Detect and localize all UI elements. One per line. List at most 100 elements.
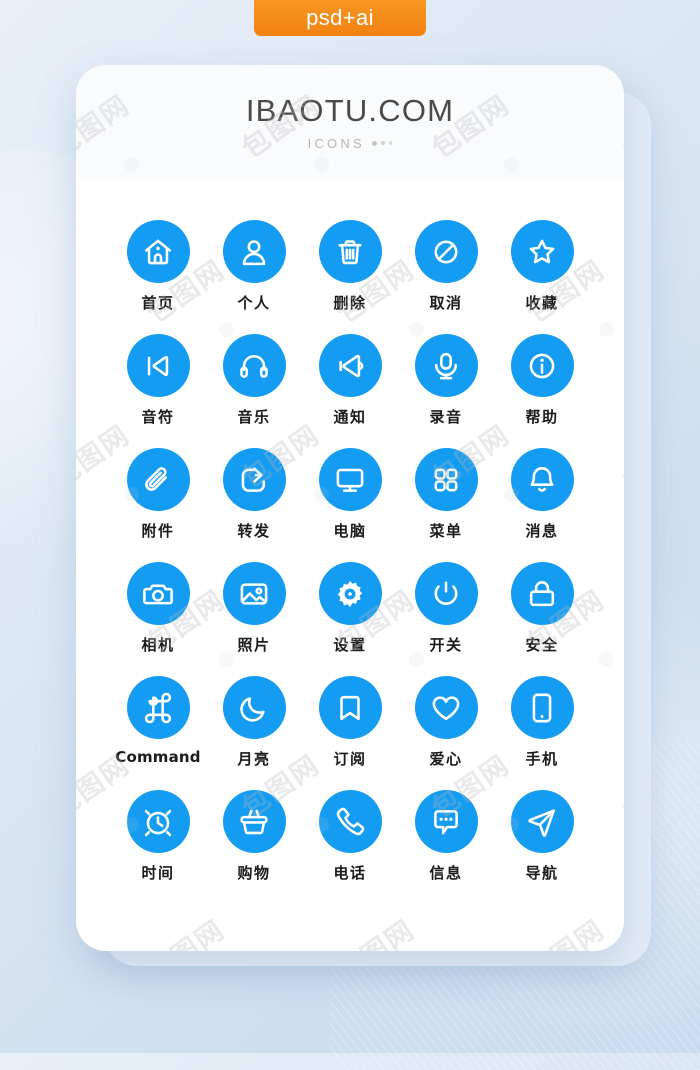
icon-label: 附件 (141, 522, 175, 540)
icon-cell-gear[interactable]: 设置 (302, 562, 398, 655)
icon-label: 菜单 (429, 522, 463, 540)
icon-label: 月亮 (237, 750, 271, 768)
icon-cell-grid-menu[interactable]: 菜单 (398, 448, 494, 541)
icon-cell-forward[interactable]: 转发 (206, 448, 302, 541)
monitor-icon[interactable] (318, 448, 382, 511)
speaker-icon[interactable] (318, 334, 382, 397)
icon-label: 音符 (141, 408, 175, 426)
icon-label: 设置 (333, 636, 367, 654)
icon-label: 时间 (141, 864, 175, 882)
previous-track-icon[interactable] (126, 334, 190, 397)
icon-label: 首页 (141, 294, 175, 312)
card-header: IBAOTU.COM ICONS (76, 65, 624, 178)
grid-menu-icon[interactable] (414, 448, 478, 511)
icon-label: 转发 (237, 522, 271, 540)
icon-label: 电话 (333, 864, 367, 882)
icon-cell-phone[interactable]: 电话 (302, 790, 398, 883)
icon-label: 收藏 (525, 294, 559, 312)
watermark-text: 包图网 (138, 909, 232, 951)
icon-cell-send-navigation[interactable]: 导航 (494, 790, 590, 883)
camera-icon[interactable] (126, 562, 190, 625)
lock-icon[interactable] (510, 562, 574, 625)
power-icon[interactable] (414, 562, 478, 625)
icon-cell-previous-track[interactable]: 音符 (110, 334, 206, 427)
icon-label: 录音 (429, 408, 463, 426)
icon-label: 开关 (429, 636, 463, 654)
icon-label: 个人 (237, 294, 271, 312)
photo-icon[interactable] (222, 562, 286, 625)
send-navigation-icon[interactable] (510, 790, 574, 853)
forward-icon[interactable] (222, 448, 286, 511)
icon-cell-microphone[interactable]: 录音 (398, 334, 494, 427)
icon-cell-star[interactable]: 收藏 (494, 220, 590, 313)
icon-label: 消息 (525, 522, 559, 540)
icon-label: 订阅 (333, 750, 367, 768)
star-icon[interactable] (510, 220, 574, 283)
subtitle-text: ICONS (307, 135, 365, 151)
icon-label: 手机 (525, 750, 559, 768)
page-title: IBAOTU.COM (245, 92, 455, 128)
icon-cell-camera[interactable]: 相机 (110, 562, 206, 655)
icon-cell-heart[interactable]: 爱心 (398, 676, 494, 769)
mobile-phone-icon[interactable] (510, 676, 574, 739)
icon-grid: 首页 个人 删除 取消 收藏音符 音乐 通知 录音 帮助附件 转发 电脑 菜单 消息相机 照片 设置 开关 安全… (76, 178, 624, 883)
command-icon[interactable] (126, 676, 190, 739)
icon-cell-bell[interactable]: 消息 (494, 448, 590, 541)
person-icon[interactable] (222, 220, 286, 283)
icon-cell-monitor[interactable]: 电脑 (302, 448, 398, 541)
icon-cell-command[interactable]: Command (110, 676, 206, 769)
heart-icon[interactable] (414, 676, 478, 739)
icon-label: Command (115, 748, 201, 766)
icon-label: 信息 (429, 864, 463, 882)
icon-label: 照片 (237, 636, 271, 654)
icon-label: 通知 (333, 408, 367, 426)
moon-icon[interactable] (222, 676, 286, 739)
dots-icon (371, 140, 393, 146)
icon-label: 相机 (141, 636, 175, 654)
icon-cell-alarm-clock[interactable]: 时间 (110, 790, 206, 883)
icon-label: 取消 (429, 294, 463, 312)
icon-cell-info[interactable]: 帮助 (494, 334, 590, 427)
icon-label: 帮助 (525, 408, 559, 426)
home-icon[interactable] (126, 220, 190, 283)
icon-cell-photo[interactable]: 照片 (206, 562, 302, 655)
icon-cell-mobile-phone[interactable]: 手机 (494, 676, 590, 769)
icon-cell-home[interactable]: 首页 (110, 220, 206, 313)
icon-label: 导航 (525, 864, 559, 882)
bell-icon[interactable] (510, 448, 574, 511)
icon-label: 购物 (237, 864, 271, 882)
alarm-clock-icon[interactable] (126, 790, 190, 853)
icon-cell-speaker[interactable]: 通知 (302, 334, 398, 427)
phone-icon[interactable] (318, 790, 382, 853)
bookmark-icon[interactable] (318, 676, 382, 739)
cancel-icon[interactable] (414, 220, 478, 283)
icon-cell-paperclip[interactable]: 附件 (110, 448, 206, 541)
icon-cell-moon[interactable]: 月亮 (206, 676, 302, 769)
psd-ai-badge: psd+ai (254, 0, 426, 36)
icon-cell-cancel[interactable]: 取消 (398, 220, 494, 313)
icon-cell-shopping-basket[interactable]: 购物 (206, 790, 302, 883)
icon-set-card: IBAOTU.COM ICONS 首页 个人 删除 取消 收藏音符 音乐 通知 录音 帮助附件 转… (76, 65, 624, 951)
info-icon[interactable] (510, 334, 574, 397)
shopping-basket-icon[interactable] (222, 790, 286, 853)
icon-label: 音乐 (237, 408, 271, 426)
icon-cell-power[interactable]: 开关 (398, 562, 494, 655)
icon-cell-trash[interactable]: 删除 (302, 220, 398, 313)
watermark-text: 包图网 (518, 909, 612, 951)
chat-bubble-icon[interactable] (414, 790, 478, 853)
headphones-icon[interactable] (222, 334, 286, 397)
icon-cell-lock[interactable]: 安全 (494, 562, 590, 655)
icon-cell-bookmark[interactable]: 订阅 (302, 676, 398, 769)
paperclip-icon[interactable] (126, 448, 190, 511)
watermark-text: 包图网 (328, 909, 422, 951)
icon-cell-chat-bubble[interactable]: 信息 (398, 790, 494, 883)
icon-cell-headphones[interactable]: 音乐 (206, 334, 302, 427)
icon-cell-person[interactable]: 个人 (206, 220, 302, 313)
gear-icon[interactable] (318, 562, 382, 625)
icon-label: 安全 (525, 636, 559, 654)
trash-icon[interactable] (318, 220, 382, 283)
icon-label: 爱心 (429, 750, 463, 768)
icon-label: 删除 (333, 294, 367, 312)
microphone-icon[interactable] (414, 334, 478, 397)
subtitle-row: ICONS (308, 136, 393, 151)
